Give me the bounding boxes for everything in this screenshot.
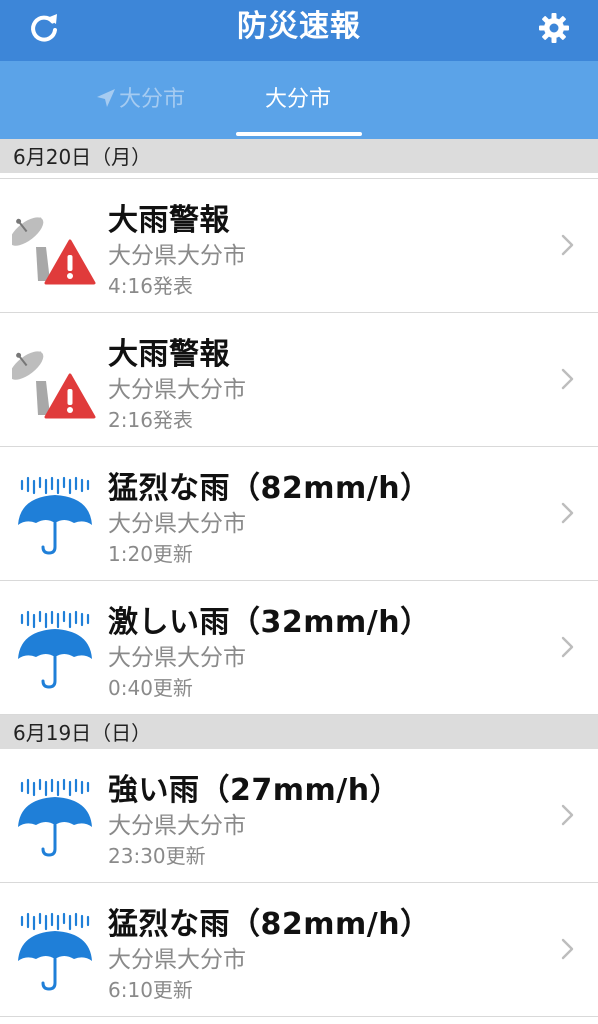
alert-location: 大分県大分市 bbox=[108, 947, 246, 973]
alert-list: 6月20日（月） 大雨警報 大分県大分市 4:16発表 大雨警報 大分県大分市 2:16発表… bbox=[0, 139, 598, 1017]
chevron-right-icon bbox=[560, 635, 576, 659]
chevron-right-icon bbox=[560, 233, 576, 257]
alert-list-item[interactable]: 大雨警報大分県大分市 2:16発表 bbox=[0, 313, 598, 447]
alert-title: 猛烈な雨（82mm/h） bbox=[108, 471, 431, 506]
alert-time: 1:20更新 bbox=[108, 542, 193, 566]
location-arrow-icon bbox=[95, 64, 117, 107]
alert-title: 猛烈な雨（82mm/h） bbox=[108, 907, 431, 942]
umbrella-rain-icon bbox=[12, 907, 98, 993]
alert-location: 大分県大分市 bbox=[108, 511, 246, 537]
alert-time: 4:16発表 bbox=[108, 274, 193, 298]
chevron-right-icon bbox=[560, 937, 576, 961]
alert-location: 大分県大分市 bbox=[108, 645, 246, 671]
alert-list-item[interactable]: 大雨警報大分県大分市 4:16発表 bbox=[0, 179, 598, 313]
alert-title: 大雨警報 bbox=[108, 203, 230, 238]
tab-bar: 大分市 大分市 bbox=[0, 61, 598, 139]
tab-label: 大分市 bbox=[264, 87, 331, 112]
tab-selected-indicator bbox=[236, 132, 362, 136]
alert-time: 6:10更新 bbox=[108, 978, 193, 1002]
alert-list-item[interactable]: 猛烈な雨（82mm/h） 大分県大分市 6:10更新 bbox=[0, 883, 598, 1017]
warning-satellite-icon bbox=[12, 337, 98, 423]
date-section-header: 6月20日（月） bbox=[0, 139, 598, 173]
tab-oita[interactable]: 大分市 bbox=[198, 61, 398, 139]
chevron-right-icon bbox=[560, 803, 576, 827]
app-root: 防災速報 大分市 大分市 6月20日（月） 大雨警報 大分県大分市 4:16発表… bbox=[0, 0, 598, 1024]
alert-time: 2:16発表 bbox=[108, 408, 193, 432]
alert-list-item[interactable]: 激しい雨（32mm/h） 大分県大分市 0:40更新 bbox=[0, 581, 598, 715]
alert-title: 大雨警報 bbox=[108, 337, 230, 372]
alert-title: 強い雨（27mm/h） bbox=[108, 773, 401, 808]
alert-location: 大分県大分市 bbox=[108, 377, 246, 403]
app-title: 防災速報 bbox=[237, 9, 361, 44]
umbrella-rain-icon bbox=[12, 605, 98, 691]
alert-time: 23:30更新 bbox=[108, 844, 206, 868]
chevron-right-icon bbox=[560, 501, 576, 525]
chevron-right-icon bbox=[560, 367, 576, 391]
gear-icon[interactable] bbox=[536, 10, 572, 46]
warning-satellite-icon bbox=[12, 203, 98, 289]
alert-list-item[interactable]: 強い雨（27mm/h） 大分県大分市 23:30更新 bbox=[0, 749, 598, 883]
umbrella-rain-icon bbox=[12, 773, 98, 859]
alert-time: 0:40更新 bbox=[108, 676, 193, 700]
alert-title: 激しい雨（32mm/h） bbox=[108, 605, 431, 640]
umbrella-rain-icon bbox=[12, 471, 98, 557]
alert-list-item[interactable]: 猛烈な雨（82mm/h） 大分県大分市 1:20更新 bbox=[0, 447, 598, 581]
alert-location: 大分県大分市 bbox=[108, 243, 246, 269]
tab-label: 大分市 bbox=[118, 87, 185, 112]
alert-location: 大分県大分市 bbox=[108, 813, 246, 839]
title-bar: 防災速報 bbox=[0, 0, 598, 61]
date-section-header: 6月19日（日） bbox=[0, 715, 598, 749]
